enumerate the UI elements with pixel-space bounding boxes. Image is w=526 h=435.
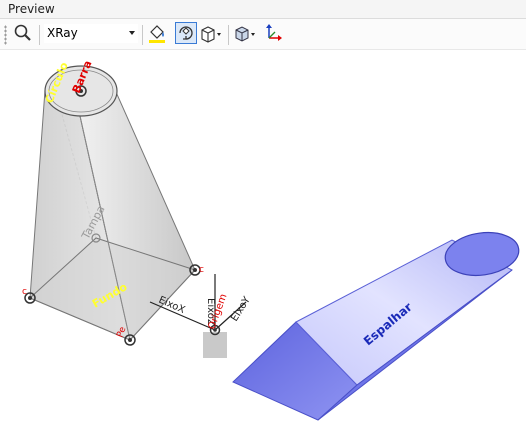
magnifier-icon <box>14 24 31 41</box>
render-mode-value: XRay <box>47 26 78 40</box>
preview-panel: Preview XRay Círculo Barra Tampa Fundo P… <box>0 0 526 435</box>
material-icon <box>235 26 255 42</box>
toolbar-separator <box>228 25 229 45</box>
zoom-button[interactable] <box>12 22 34 44</box>
rotate-view-icon <box>179 26 193 40</box>
fill-color-button[interactable] <box>146 22 168 44</box>
toolbar-separator <box>142 25 143 45</box>
scene[interactable]: Círculo Barra Tampa Fundo Pe c c EixoZ E… <box>0 50 526 435</box>
corner-mark: c <box>199 265 204 275</box>
corner-mark: c <box>22 287 27 297</box>
material-button[interactable] <box>233 22 255 44</box>
toolbar-grip[interactable] <box>4 25 7 45</box>
wedge-model[interactable]: Espalhar <box>232 228 522 421</box>
box-view-button[interactable] <box>198 22 221 44</box>
3d-viewport[interactable]: Círculo Barra Tampa Fundo Pe c c EixoZ E… <box>0 50 526 435</box>
box-view-icon <box>201 26 221 43</box>
panel-header: Preview <box>0 0 526 19</box>
toolbar-separator <box>39 25 40 45</box>
rotate-view-button[interactable] <box>175 22 197 44</box>
axes-icon <box>266 24 282 41</box>
axis-label-x: EixoX <box>157 295 187 316</box>
axis-label-y: EixoY <box>229 294 253 323</box>
toolbar: XRay <box>0 19 526 50</box>
paint-bucket-icon <box>149 25 165 43</box>
origin-plane <box>203 332 227 358</box>
panel-title: Preview <box>8 2 55 16</box>
render-mode-dropdown[interactable]: XRay <box>44 24 138 43</box>
show-axes-button[interactable] <box>262 22 284 44</box>
chevron-down-icon <box>129 31 135 35</box>
